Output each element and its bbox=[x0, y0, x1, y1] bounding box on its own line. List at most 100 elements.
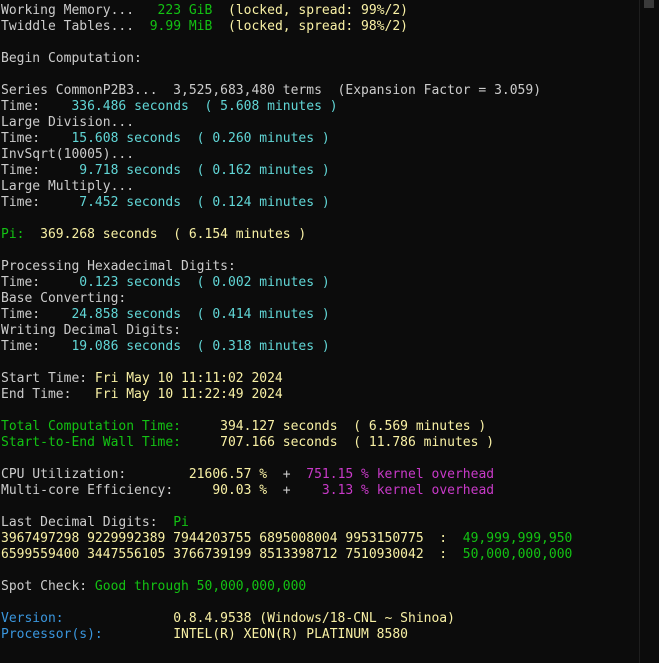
terminal-output: )Working Memory... 223 GiB (locked, spre… bbox=[1, 0, 639, 643]
terminal-text: 90.03 % bbox=[212, 483, 268, 498]
terminal-text: 6599559400 3447556105 3766739199 8513398… bbox=[1, 547, 463, 562]
terminal-text: (locked, spread: 99%/2) bbox=[212, 3, 409, 18]
terminal-line: Time: 0.123 seconds ( 0.002 minutes ) bbox=[1, 275, 639, 291]
terminal-line: Start-to-End Wall Time: 707.166 seconds … bbox=[1, 435, 639, 451]
terminal-text: Large Multiply... bbox=[1, 179, 135, 194]
terminal-line: 6599559400 3447556105 3766739199 8513398… bbox=[1, 547, 639, 563]
terminal-text: CPU Utilization: bbox=[1, 467, 189, 482]
terminal-text: Time: bbox=[1, 307, 72, 322]
terminal-line: Time: 9.718 seconds ( 0.162 minutes ) bbox=[1, 163, 639, 179]
terminal-text: 751.15 % kernel overhead bbox=[306, 467, 495, 482]
terminal-text: Multi-core Efficiency: bbox=[1, 483, 213, 498]
terminal-line: InvSqrt(10005)... bbox=[1, 147, 639, 163]
terminal-line: Twiddle Tables... 9.99 MiB (locked, spre… bbox=[1, 19, 639, 35]
terminal-text: 9.99 MiB bbox=[149, 19, 213, 34]
terminal-text: 9.718 seconds ( 0.162 minutes ) bbox=[79, 163, 330, 178]
terminal-text: Version: bbox=[1, 611, 174, 626]
terminal-text: ) bbox=[1, 0, 158, 2]
terminal-text: Time: bbox=[1, 195, 80, 210]
terminal-line: Pi: 369.268 seconds ( 6.154 minutes ) bbox=[1, 227, 639, 243]
terminal-text: Series CommonP2B3... 3,525,683,480 terms… bbox=[1, 83, 542, 98]
terminal-text: Twiddle Tables... bbox=[1, 19, 150, 34]
terminal-line: Processing Hexadecimal Digits: bbox=[1, 259, 639, 275]
terminal-text: Pi bbox=[173, 515, 189, 530]
terminal-line: Total Computation Time: 394.127 seconds … bbox=[1, 419, 639, 435]
terminal-line: Begin Computation: bbox=[1, 51, 639, 67]
terminal-line: Base Converting: bbox=[1, 291, 639, 307]
terminal-text: 3967497298 9229992389 7944203755 6895008… bbox=[1, 531, 463, 546]
terminal-line: 3967497298 9229992389 7944203755 6895008… bbox=[1, 531, 639, 547]
terminal-text: 15.608 seconds ( 0.260 minutes ) bbox=[71, 131, 330, 146]
terminal-text: 336.486 seconds ( 5.608 minutes ) bbox=[71, 99, 338, 114]
terminal-line: Large Multiply... bbox=[1, 179, 639, 195]
terminal-text: Base Converting: bbox=[1, 291, 127, 306]
terminal-text: InvSqrt(10005)... bbox=[1, 147, 135, 162]
terminal-text: Large Division... bbox=[1, 115, 135, 130]
terminal-text: Begin Computation: bbox=[1, 51, 142, 66]
terminal-line: Last Decimal Digits: Pi bbox=[1, 515, 639, 531]
terminal-line: Processor(s): INTEL(R) XEON(R) PLATINUM … bbox=[1, 627, 639, 643]
terminal-text: 223 GiB bbox=[157, 3, 213, 18]
terminal-text: 49,999,999,950 bbox=[462, 531, 573, 546]
terminal-text: Working Memory... bbox=[1, 3, 158, 18]
terminal-line: End Time: Fri May 10 11:22:49 2024 bbox=[1, 387, 639, 403]
terminal-line: Working Memory... 223 GiB (locked, sprea… bbox=[1, 3, 639, 19]
terminal-text: 50,000,000,000 bbox=[462, 547, 573, 562]
terminal-line: Time: 19.086 seconds ( 0.318 minutes ) bbox=[1, 339, 639, 355]
terminal-text: 707.166 seconds ( 11.786 minutes ) bbox=[220, 435, 495, 450]
terminal-text: Spot Check: bbox=[1, 579, 95, 594]
terminal-line: Time: 7.452 seconds ( 0.124 minutes ) bbox=[1, 195, 639, 211]
terminal-text: Time: bbox=[1, 131, 72, 146]
terminal-text: Fri May 10 11:11:02 2024 bbox=[94, 371, 283, 386]
terminal-line: CPU Utilization: 21606.57 % + 751.15 % k… bbox=[1, 467, 639, 483]
terminal-text: + bbox=[267, 467, 307, 482]
scrollbar-thumb[interactable] bbox=[644, 0, 654, 8]
terminal-text: Start-to-End Wall Time: bbox=[1, 435, 221, 450]
terminal-line: Large Division... bbox=[1, 115, 639, 131]
terminal-text: Time: bbox=[1, 99, 72, 114]
terminal-text: 24.858 seconds ( 0.414 minutes ) bbox=[71, 307, 330, 322]
terminal-text: + bbox=[267, 483, 322, 498]
terminal-line: Multi-core Efficiency: 90.03 % + 3.13 % … bbox=[1, 483, 639, 499]
terminal-text: Processing Hexadecimal Digits: bbox=[1, 259, 236, 274]
terminal-line: Series CommonP2B3... 3,525,683,480 terms… bbox=[1, 83, 639, 99]
terminal-text: 0.8.4.9538 (Windows/18-CNL ~ Shinoa) bbox=[173, 611, 455, 626]
terminal-text: Time: bbox=[1, 339, 72, 354]
terminal-line: Spot Check: Good through 50,000,000,000 bbox=[1, 579, 639, 595]
terminal-text: Last Decimal Digits: bbox=[1, 515, 174, 530]
terminal-text: (locked, spread: 98%/2) bbox=[212, 19, 409, 34]
terminal-line: Version: 0.8.4.9538 (Windows/18-CNL ~ Sh… bbox=[1, 611, 639, 627]
terminal-text: Total Computation Time: bbox=[1, 419, 221, 434]
terminal-text: Fri May 10 11:22:49 2024 bbox=[94, 387, 283, 402]
terminal-text: 394.127 seconds ( 6.569 minutes ) bbox=[220, 419, 487, 434]
terminal-text: 0.123 seconds ( 0.002 minutes ) bbox=[79, 275, 330, 290]
vertical-scrollbar[interactable] bbox=[639, 0, 659, 663]
terminal-text: Pi: bbox=[1, 227, 41, 242]
terminal-text: 21606.57 % bbox=[188, 467, 268, 482]
terminal-text: 3.13 % kernel overhead bbox=[321, 483, 495, 498]
terminal-line: Time: 336.486 seconds ( 5.608 minutes ) bbox=[1, 99, 639, 115]
terminal-text: Start Time: bbox=[1, 371, 95, 386]
terminal-line: Start Time: Fri May 10 11:11:02 2024 bbox=[1, 371, 639, 387]
terminal-line: Time: 15.608 seconds ( 0.260 minutes ) bbox=[1, 131, 639, 147]
terminal-text: INTEL(R) XEON(R) PLATINUM 8580 bbox=[173, 627, 408, 642]
terminal-text: End Time: bbox=[1, 387, 95, 402]
terminal-text: Time: bbox=[1, 163, 80, 178]
terminal-text: 369.268 seconds ( 6.154 minutes ) bbox=[40, 227, 307, 242]
terminal-line: Writing Decimal Digits: bbox=[1, 323, 639, 339]
terminal-text: Good through 50,000,000,000 bbox=[94, 579, 307, 594]
terminal-line: Time: 24.858 seconds ( 0.414 minutes ) bbox=[1, 307, 639, 323]
terminal-text: Processor(s): bbox=[1, 627, 174, 642]
terminal-text: Writing Decimal Digits: bbox=[1, 323, 182, 338]
terminal-text: 7.452 seconds ( 0.124 minutes ) bbox=[79, 195, 330, 210]
